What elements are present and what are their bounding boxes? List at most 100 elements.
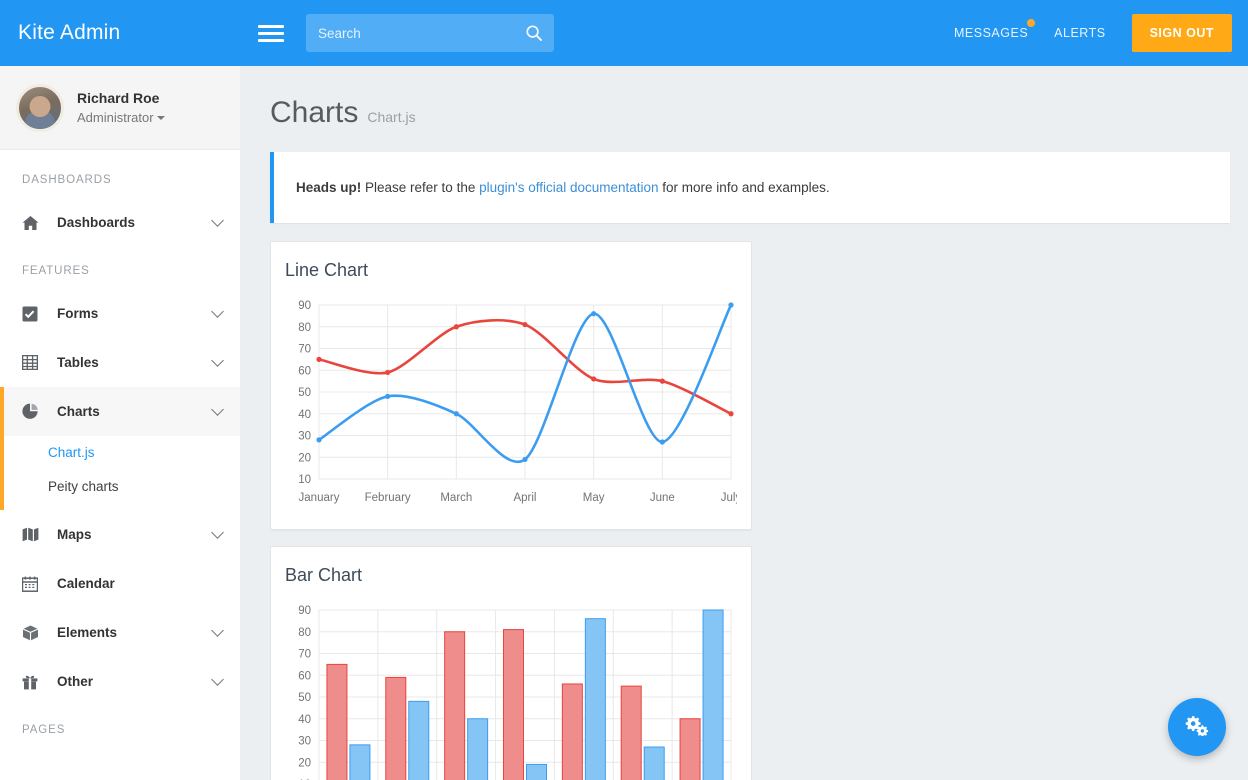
avatar	[16, 83, 64, 132]
nav-heading-dashboards: DASHBOARDS	[22, 174, 112, 186]
settings-fab-button[interactable]	[1168, 698, 1226, 756]
topbar: MESSAGES ALERTS SIGN OUT	[240, 0, 1248, 66]
sidebar-item-label: Maps	[57, 527, 92, 542]
sidebar-item-forms[interactable]: Forms	[0, 289, 240, 338]
bar-chart-title: Bar Chart	[285, 565, 363, 585]
search-icon[interactable]	[526, 25, 542, 41]
sidebar-nav: DASHBOARDS Dashboards FEATURES Forms Tab…	[0, 150, 240, 748]
svg-text:70: 70	[298, 649, 311, 661]
svg-text:30: 30	[298, 736, 311, 748]
sidebar-item-maps[interactable]: Maps	[0, 510, 240, 559]
gift-icon	[22, 674, 44, 690]
chevron-down-icon	[211, 673, 224, 686]
alert-text-before: Please refer to the	[361, 180, 480, 195]
svg-text:January: January	[299, 492, 340, 504]
line-chart-canvas[interactable]: 10 20 30 40 50 60 70 80 90 January February March Ap…	[285, 291, 741, 519]
svg-text:20: 20	[298, 452, 311, 464]
sidebar-item-tables[interactable]: Tables	[0, 338, 240, 387]
bar-chart-canvas[interactable]: 102030405060708090JanuaryFebruaryMarchAp…	[285, 596, 737, 780]
chevron-down-icon	[211, 403, 224, 416]
svg-text:February: February	[365, 492, 411, 504]
nav-heading-features: FEATURES	[22, 265, 90, 277]
svg-text:20: 20	[298, 757, 311, 769]
page-title: Charts	[270, 96, 359, 129]
sidebar-item-label: Elements	[57, 625, 118, 640]
charts-grid: Line Chart 10 20 30 40 50 60 70 80 90 January Febr…	[256, 241, 1232, 780]
table-icon	[22, 355, 44, 370]
sidebar-item-label: Other	[57, 674, 94, 689]
search-box[interactable]	[306, 14, 554, 52]
sidebar-subitem-chartjs[interactable]: Chart.js	[0, 436, 240, 470]
cube-icon	[22, 625, 44, 641]
user-profile[interactable]: Richard Roe Administrator	[0, 66, 240, 150]
svg-text:30: 30	[298, 431, 311, 443]
line-chart-card: Line Chart 10 20 30 40 50 60 70 80 90 January Febr…	[270, 241, 752, 530]
messages-label: MESSAGES	[954, 26, 1029, 40]
brand-name: Kite Admin	[18, 21, 121, 44]
svg-text:June: June	[650, 492, 675, 504]
messages-link[interactable]: MESSAGES	[954, 19, 1036, 40]
sidebar-item-label: Forms	[57, 306, 99, 321]
svg-text:50: 50	[298, 692, 311, 704]
page-header: Charts Chart.js	[256, 66, 1232, 152]
page-content: Charts Chart.js Heads up! Please refer t…	[240, 66, 1248, 780]
line-chart-title: Line Chart	[285, 260, 369, 280]
svg-text:July: July	[721, 492, 737, 504]
svg-text:50: 50	[298, 387, 311, 399]
chevron-down-icon	[211, 305, 224, 318]
nav-heading-pages: PAGES	[22, 724, 66, 736]
chevron-down-icon	[211, 526, 224, 539]
profile-role-dropdown[interactable]: Administrator	[77, 108, 165, 127]
chevron-down-icon	[156, 116, 165, 121]
svg-text:10: 10	[298, 474, 311, 486]
svg-text:April: April	[513, 492, 536, 504]
sign-out-button[interactable]: SIGN OUT	[1131, 14, 1232, 52]
sidebar-item-label: Tables	[57, 355, 99, 370]
svg-text:40: 40	[298, 714, 311, 726]
checkbox-icon	[22, 306, 44, 322]
alert-text-after: for more info and examples.	[658, 180, 830, 195]
alert-documentation-link[interactable]: plugin's official documentation	[479, 180, 658, 195]
svg-text:March: March	[440, 492, 472, 504]
sidebar-item-elements[interactable]: Elements	[0, 608, 240, 657]
chevron-down-icon	[211, 624, 224, 637]
hamburger-menu-icon[interactable]	[258, 21, 284, 46]
sidebar-item-other[interactable]: Other	[0, 657, 240, 706]
cogs-icon	[1185, 714, 1209, 741]
calendar-icon	[22, 576, 44, 592]
page-subtitle: Chart.js	[367, 109, 416, 125]
brand-logo[interactable]: Kite Admin	[0, 0, 240, 66]
alerts-link[interactable]: ALERTS	[1054, 26, 1105, 40]
svg-text:80: 80	[298, 322, 311, 334]
svg-text:70: 70	[298, 344, 311, 356]
svg-text:90: 90	[298, 605, 311, 617]
notification-badge-icon	[1027, 19, 1036, 27]
sidebar-item-calendar[interactable]: Calendar	[0, 559, 240, 608]
svg-text:60: 60	[298, 670, 311, 682]
pie-chart-icon	[22, 403, 44, 420]
search-input[interactable]	[318, 25, 526, 41]
profile-name: Richard Roe	[77, 89, 160, 106]
sidebar-item-label: Dashboards	[57, 215, 136, 230]
sidebar-item-label: Charts	[57, 404, 100, 419]
svg-text:90: 90	[298, 300, 311, 312]
sidebar-subitem-peity-charts[interactable]: Peity charts	[0, 470, 240, 504]
profile-role-label: Administrator	[77, 109, 154, 125]
svg-text:40: 40	[298, 409, 311, 421]
home-icon	[22, 215, 44, 231]
main-area: MESSAGES ALERTS SIGN OUT Charts Chart.js…	[240, 0, 1248, 780]
sidebar-item-charts[interactable]: Charts	[0, 387, 240, 436]
info-alert: Heads up! Please refer to the plugin's o…	[270, 152, 1230, 223]
sidebar: Kite Admin Richard Roe Administrator DAS…	[0, 0, 240, 780]
svg-text:80: 80	[298, 627, 311, 639]
alert-strong-text: Heads up!	[296, 180, 362, 195]
svg-text:60: 60	[298, 365, 311, 377]
chevron-down-icon	[211, 214, 224, 227]
map-icon	[22, 527, 44, 542]
sidebar-item-dashboards[interactable]: Dashboards	[0, 198, 240, 247]
chevron-down-icon	[211, 354, 224, 367]
svg-text:May: May	[583, 492, 605, 504]
sidebar-submenu-charts: Chart.js Peity charts	[0, 432, 240, 510]
bar-chart-card: Bar Chart 102030405060708090JanuaryFebru…	[270, 546, 752, 780]
sidebar-item-label: Calendar	[57, 576, 115, 591]
